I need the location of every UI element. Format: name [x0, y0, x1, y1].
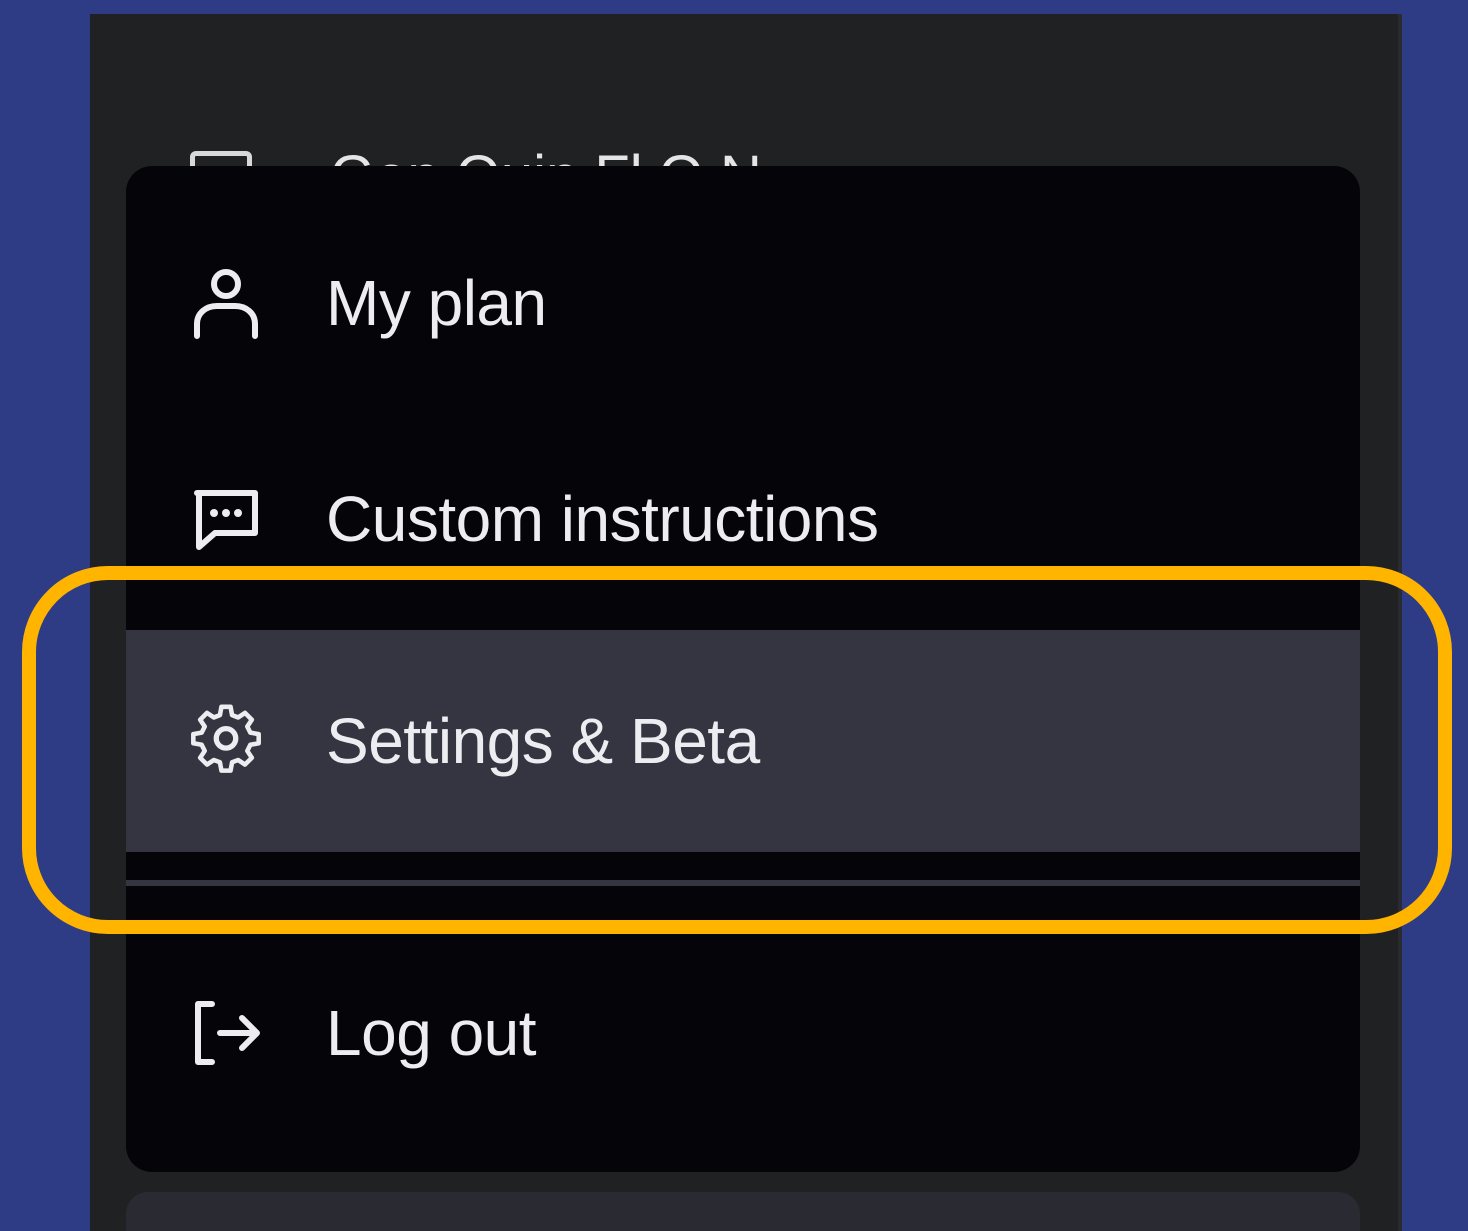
logout-icon: [188, 995, 264, 1071]
menu-item-label: My plan: [326, 267, 547, 339]
message-dots-icon: [188, 481, 264, 557]
screenshot-frame: Gen Ouin Fl O N My plan Custom inst: [0, 0, 1468, 1231]
menu-item-my-plan[interactable]: My plan: [126, 192, 1360, 414]
account-menu: My plan Custom instructions Settings & B…: [126, 166, 1360, 1172]
sidebar-account-button[interactable]: [126, 1192, 1360, 1231]
user-icon: [188, 265, 264, 341]
menu-item-label: Settings & Beta: [326, 705, 760, 777]
menu-item-label: Log out: [326, 997, 537, 1069]
menu-item-label: Custom instructions: [326, 483, 879, 555]
menu-item-custom-instructions[interactable]: Custom instructions: [126, 408, 1360, 630]
gear-icon: [188, 703, 264, 779]
menu-divider: [126, 880, 1360, 886]
menu-item-settings-beta[interactable]: Settings & Beta: [126, 630, 1360, 852]
menu-item-log-out[interactable]: Log out: [126, 922, 1360, 1144]
